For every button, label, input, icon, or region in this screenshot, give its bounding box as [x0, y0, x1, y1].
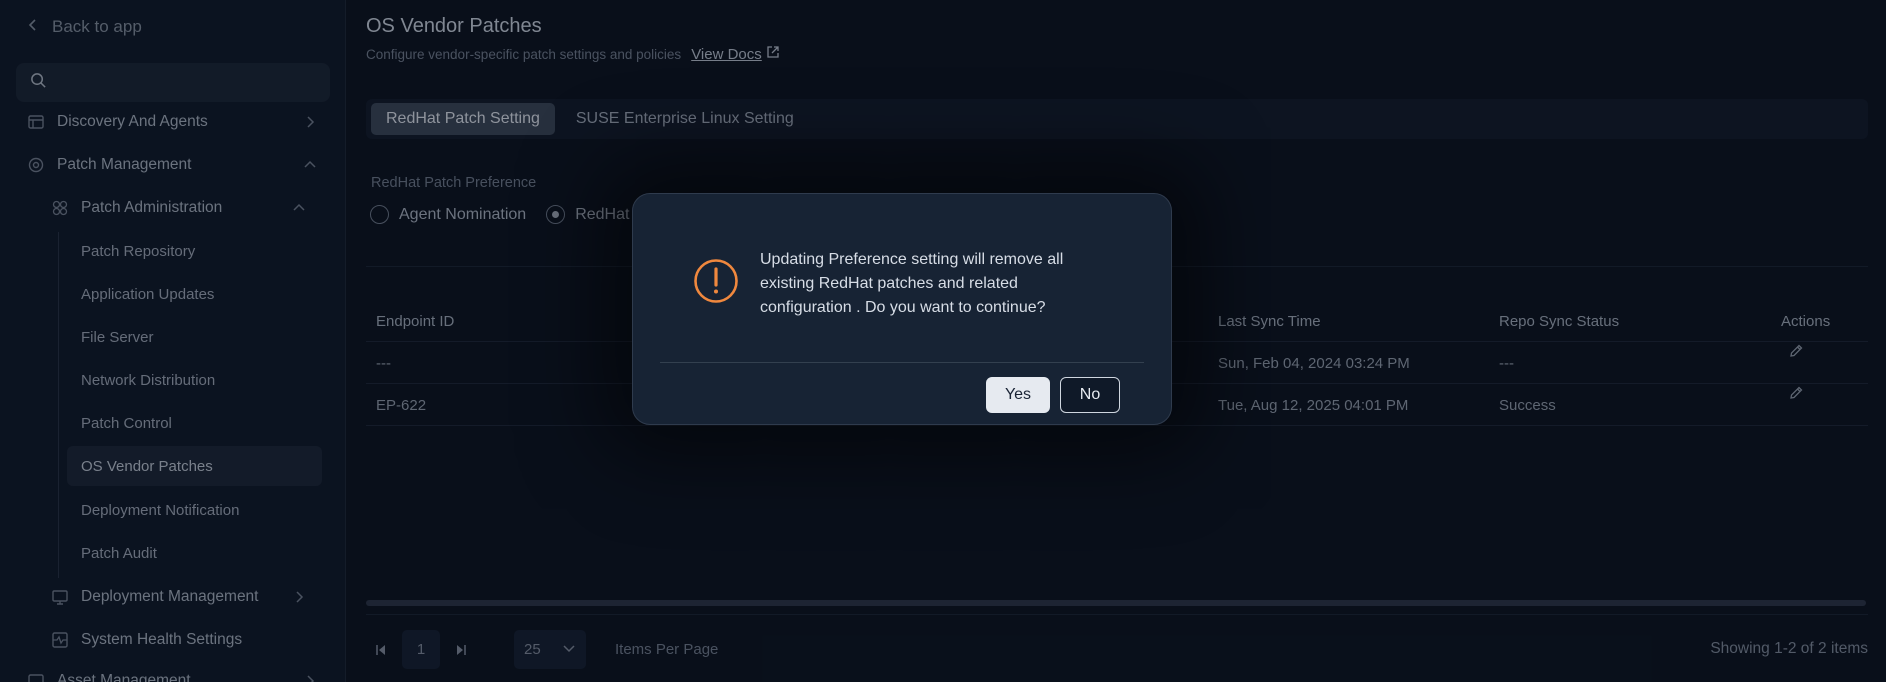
dialog-message: Updating Preference setting will remove … — [760, 251, 1064, 316]
no-button[interactable]: No — [1060, 377, 1120, 413]
yes-button[interactable]: Yes — [986, 377, 1050, 413]
confirm-dialog: Updating Preference setting will remove … — [632, 193, 1172, 425]
warning-icon — [693, 258, 739, 304]
dialog-divider — [660, 362, 1144, 363]
